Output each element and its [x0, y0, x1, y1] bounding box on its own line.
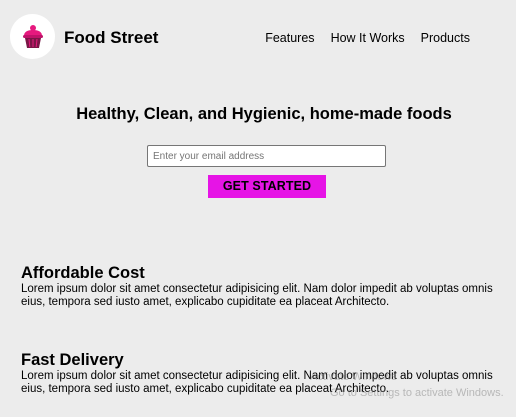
nav-link-features[interactable]: Features	[265, 31, 314, 46]
nav-link-how-it-works[interactable]: How It Works	[331, 31, 405, 46]
email-input[interactable]	[147, 145, 386, 167]
cupcake-logo-icon	[22, 24, 43, 48]
feature-fast-delivery: Fast Delivery Lorem ipsum dolor sit amet…	[21, 350, 505, 396]
main-nav: Features How It Works Products	[265, 31, 470, 46]
nav-link-products[interactable]: Products	[421, 31, 470, 46]
feature-affordable-cost: Affordable Cost Lorem ipsum dolor sit am…	[21, 263, 505, 309]
feature-title: Fast Delivery	[21, 351, 124, 369]
feature-description: Lorem ipsum dolor sit amet consectetur a…	[21, 283, 493, 308]
site-header: Food Street Features How It Works Produc…	[0, 0, 516, 78]
hero-title: Healthy, Clean, and Hygienic, home-made …	[76, 105, 452, 123]
feature-title: Affordable Cost	[21, 264, 145, 282]
brand-name[interactable]: Food Street	[64, 28, 158, 48]
logo[interactable]	[10, 14, 55, 59]
get-started-button[interactable]: GET STARTED	[208, 175, 326, 198]
feature-description: Lorem ipsum dolor sit amet consectetur a…	[21, 370, 493, 395]
